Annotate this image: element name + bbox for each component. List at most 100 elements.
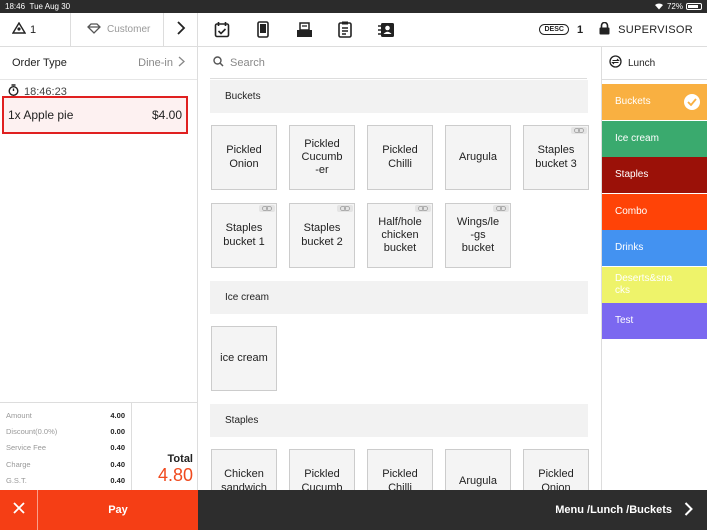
toolbar-actions xyxy=(198,13,539,46)
chevron-right-icon xyxy=(178,56,185,70)
customer-button[interactable]: Customer xyxy=(71,13,164,46)
desc-count: 1 xyxy=(576,23,584,36)
combo-link-icon xyxy=(415,205,431,212)
combo-link-icon xyxy=(571,127,587,134)
section-header-buckets: Buckets xyxy=(210,80,588,113)
product-tile[interactable]: Pickled Chilli xyxy=(367,449,433,490)
product-tile-label: Wings/le -gs bucket xyxy=(456,215,500,255)
category-label: Combo xyxy=(615,205,648,217)
customer-label: Customer xyxy=(107,24,151,35)
totals-line-label: Amount xyxy=(6,410,32,420)
clipboard-icon[interactable] xyxy=(335,20,355,40)
category-item[interactable]: Deserts&snacks xyxy=(602,266,707,303)
lock-icon xyxy=(599,21,610,38)
expand-button[interactable] xyxy=(164,13,198,46)
breadcrumb: Menu /Lunch /Buckets xyxy=(555,504,672,516)
category-item[interactable]: Combo xyxy=(602,193,707,230)
product-tile[interactable]: Pickled Chilli xyxy=(367,125,433,190)
totals-line: G.S.T. 0.40 xyxy=(6,472,125,488)
product-tile[interactable]: Staples bucket 2 xyxy=(289,203,355,268)
product-tile-label: Arugula xyxy=(459,474,497,487)
close-icon xyxy=(12,501,25,519)
section-header-staples: Staples xyxy=(210,404,588,437)
category-label: Ice cream xyxy=(615,132,659,144)
product-tile-label: ice cream xyxy=(220,351,268,364)
battery-icon xyxy=(686,3,702,10)
order-item-name: 1x Apple pie xyxy=(8,108,74,122)
product-tile-label: Pickled Chilli xyxy=(382,468,418,490)
category-label: Drinks xyxy=(615,242,644,254)
diamond-icon xyxy=(87,22,101,37)
desc-badge[interactable]: DESC xyxy=(539,24,569,35)
product-tile[interactable]: Staples bucket 1 xyxy=(211,203,277,268)
cash-drawer-icon[interactable] xyxy=(294,20,314,40)
menu-selector[interactable]: Lunch xyxy=(602,47,707,80)
product-tile[interactable]: Pickled Cucumb xyxy=(289,449,355,490)
totals-line-value: 0.00 xyxy=(110,426,125,436)
totals-line-value: 0.40 xyxy=(110,475,125,485)
category-item[interactable]: Ice cream xyxy=(602,120,707,157)
product-tile[interactable]: Chicken sandwich xyxy=(211,449,277,490)
product-tile[interactable]: Pickled Cucumb -er xyxy=(289,125,355,190)
order-type-value: Dine-in xyxy=(138,57,173,69)
product-tile-label: Staples bucket 1 xyxy=(223,222,265,248)
totals-line-value: 0.40 xyxy=(110,443,125,453)
product-tile-label: Staples bucket 2 xyxy=(301,222,343,248)
product-tile[interactable]: Arugula xyxy=(445,449,511,490)
contacts-icon[interactable] xyxy=(376,20,396,40)
totals-line: Charge 0.40 xyxy=(6,456,125,472)
breadcrumb-bar[interactable]: Menu /Lunch /Buckets xyxy=(198,490,707,530)
product-tile-label: Pickled Cucumb -er xyxy=(301,137,343,177)
chevron-right-icon xyxy=(684,501,693,519)
role-label[interactable]: SUPERVISOR xyxy=(618,24,693,36)
battery-percent: 72% xyxy=(666,2,683,11)
category-panel: Lunch Buckets Ice cream Staples Combo Drinks… xyxy=(601,47,707,490)
battery-fill xyxy=(688,5,699,8)
totals-line: Amount 4.00 xyxy=(6,407,125,423)
total-block: Total 4.80 xyxy=(132,403,198,490)
category-item[interactable]: Drinks xyxy=(602,230,707,266)
product-tile-label: Pickled Onion xyxy=(538,468,574,490)
order-item-price: $4.00 xyxy=(151,108,182,122)
product-tile[interactable]: Wings/le -gs bucket xyxy=(445,203,511,268)
category-label: Staples xyxy=(615,169,649,181)
calendar-check-icon[interactable] xyxy=(212,20,232,40)
category-item[interactable]: Buckets xyxy=(602,84,707,120)
product-tile-label: Pickled Cucumb xyxy=(301,468,343,490)
totals-lines: Amount 4.00 Discount(0.0%) 0.00 Service Fe… xyxy=(0,403,132,490)
menu-name: Lunch xyxy=(628,57,656,69)
search-bar[interactable]: Search xyxy=(210,47,587,79)
pay-button[interactable]: Pay xyxy=(38,504,198,516)
wifi-icon xyxy=(654,2,664,12)
user-icon xyxy=(11,21,27,37)
tablet-icon[interactable] xyxy=(253,20,273,40)
product-tile[interactable]: Pickled Onion xyxy=(523,449,589,490)
product-tile-label: Staples bucket 3 xyxy=(535,144,577,170)
search-icon xyxy=(213,55,224,70)
product-tile[interactable]: Pickled Onion xyxy=(211,125,277,190)
product-tile-label: Arugula xyxy=(459,150,497,163)
totals-line-label: G.S.T. xyxy=(6,475,27,485)
totals-line: Discount(0.0%) 0.00 xyxy=(6,423,125,439)
category-item[interactable]: Test xyxy=(602,303,707,339)
product-tile[interactable]: Half/hole chicken bucket xyxy=(367,203,433,268)
totals-summary: Amount 4.00 Discount(0.0%) 0.00 Service Fe… xyxy=(0,402,198,490)
total-label: Total xyxy=(167,453,193,465)
product-tile[interactable]: Arugula xyxy=(445,125,511,190)
category-label: Deserts&snacks xyxy=(615,273,673,296)
totals-line-label: Charge xyxy=(6,459,31,469)
status-time: 18:46 xyxy=(5,2,26,11)
category-item[interactable]: Staples xyxy=(602,157,707,193)
guest-count-button[interactable]: 1 xyxy=(0,13,71,46)
toolbar-right: DESC 1 SUPERVISOR xyxy=(539,13,707,46)
order-line-item[interactable]: 1x Apple pie $4.00 xyxy=(2,96,188,134)
product-tile[interactable]: Staples bucket 3 xyxy=(523,125,589,190)
search-input[interactable]: Search xyxy=(230,57,265,69)
product-tile[interactable]: ice cream xyxy=(211,326,277,391)
product-tile-label: Pickled Onion xyxy=(226,144,262,170)
totals-line: Service Fee 0.40 xyxy=(6,440,125,456)
cancel-order-button[interactable] xyxy=(0,490,38,530)
order-type-row[interactable]: Order Type Dine-in xyxy=(0,47,197,80)
status-bar: 18:46 Tue Aug 30 72% xyxy=(0,0,707,13)
top-toolbar: 1 Customer DESC 1 SUPERVISOR xyxy=(0,13,707,47)
